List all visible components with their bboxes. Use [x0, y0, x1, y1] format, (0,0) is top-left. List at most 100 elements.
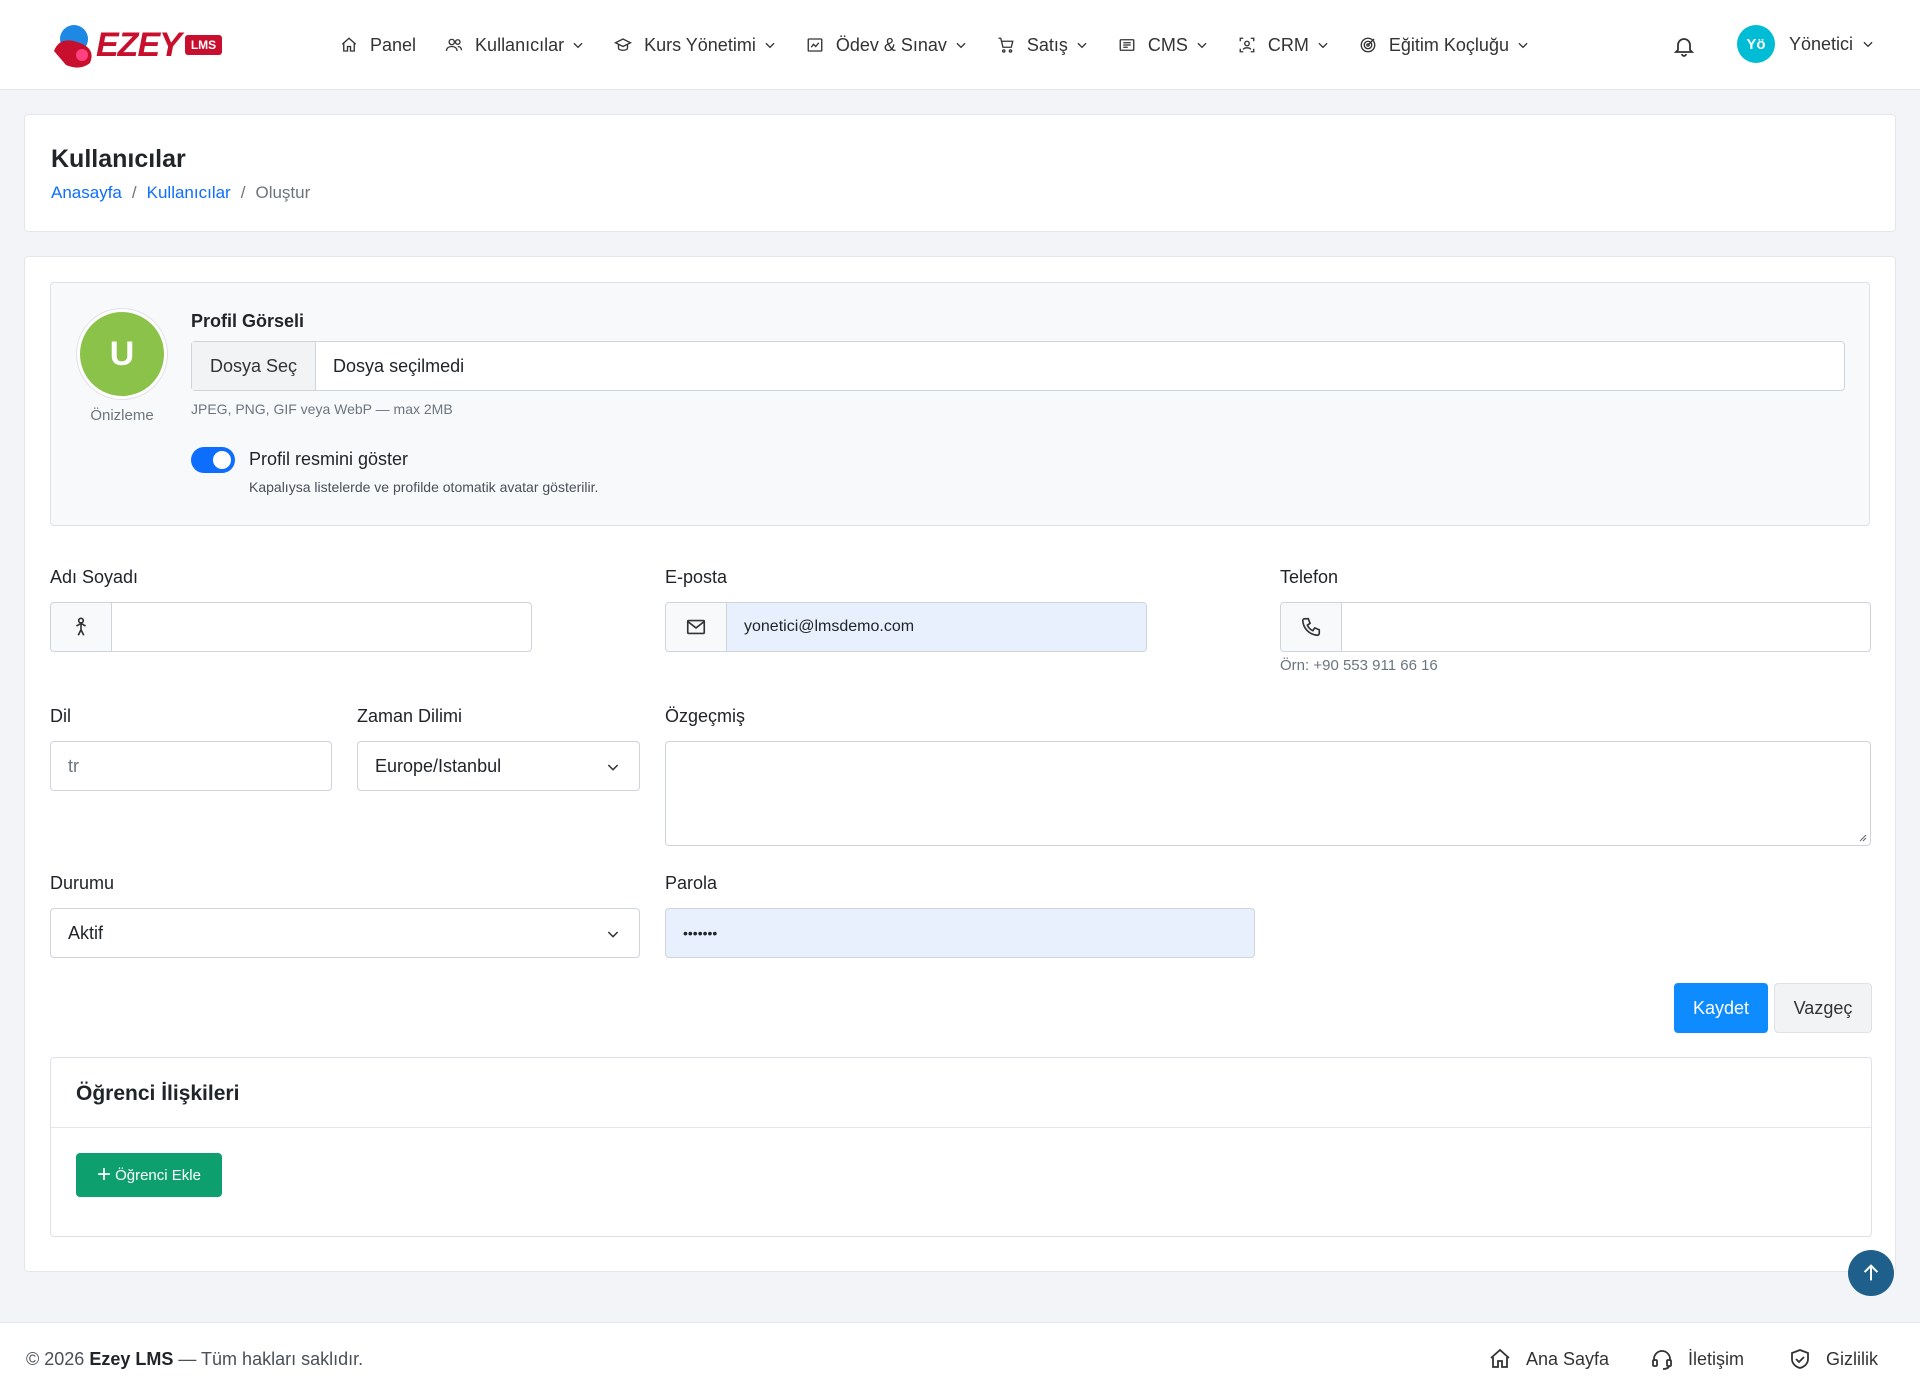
shield-icon: [1791, 1349, 1809, 1369]
choose-file-button[interactable]: Dosya Seç: [192, 342, 317, 390]
copyright-brand: Ezey LMS: [89, 1349, 174, 1369]
student-relations-card: Öğrenci İlişkileri + Öğrenci Ekle: [50, 1057, 1872, 1237]
nav-item-sales[interactable]: Satış: [997, 35, 1089, 56]
graduation-cap-icon: [614, 38, 633, 51]
language-label: Dil: [50, 706, 71, 726]
nav-item-panel[interactable]: Panel: [340, 35, 416, 56]
profile-image-title: Profil Görseli: [191, 311, 305, 331]
user-menu[interactable]: Yö Yönetici: [1737, 25, 1875, 63]
phone-input[interactable]: [1342, 603, 1870, 651]
add-student-label: Öğrenci Ekle: [115, 1166, 201, 1184]
scroll-to-top-button[interactable]: [1848, 1250, 1894, 1296]
nav-label: Kurs Yönetimi: [644, 34, 756, 55]
email-addon: [666, 603, 727, 651]
nav-label: Eğitim Koçluğu: [1388, 34, 1509, 55]
name-input[interactable]: [112, 603, 531, 651]
breadcrumb-users[interactable]: Kullanıcılar: [147, 183, 231, 203]
profile-file-input[interactable]: Dosya Seç Dosya seçilmedi: [191, 341, 1845, 391]
breadcrumb: Anasayfa / Kullanıcılar / Oluştur: [51, 183, 310, 203]
footer-link-label: Gizlilik: [1826, 1348, 1878, 1369]
password-value: •••••••: [683, 925, 718, 941]
name-label: Adı Soyadı: [50, 567, 139, 587]
notification-bell-icon[interactable]: [1672, 34, 1696, 58]
nav-label: Kullanıcılar: [475, 34, 565, 55]
nav-label: Ödev & Sınav: [835, 34, 947, 55]
chevron-down-icon: [1197, 42, 1207, 49]
breadcrumb-separator: /: [240, 183, 246, 202]
divider: [51, 1127, 1871, 1128]
plus-icon: +: [97, 1161, 112, 1188]
breadcrumb-home[interactable]: Anasayfa: [51, 183, 122, 203]
nav-item-users[interactable]: Kullanıcılar: [445, 35, 585, 56]
phone-icon: [1301, 617, 1321, 637]
main-menu: Panel Kullanıcılar Kurs Yönetimi Ödev & …: [340, 0, 1559, 90]
status-label: Durumu: [50, 873, 115, 893]
brand-name: EZEY: [96, 25, 182, 64]
phone-label: Telefon: [1280, 567, 1339, 587]
chevron-down-icon: [1518, 42, 1528, 49]
nav-item-coaching[interactable]: Eğitim Koçluğu: [1359, 35, 1530, 56]
name-addon: [51, 603, 112, 651]
footer: © 2026 Ezey LMS — Tüm hakları saklıdır. …: [0, 1322, 1920, 1395]
timezone-value: Europe/Istanbul: [375, 755, 502, 776]
nav-label: CRM: [1267, 34, 1309, 55]
add-student-button[interactable]: + Öğrenci Ekle: [76, 1153, 222, 1197]
nav-item-crm[interactable]: CRM: [1238, 35, 1330, 56]
brand-logo[interactable]: EZEY LMS: [50, 18, 223, 72]
email-input[interactable]: yonetici@lmsdemo.com: [727, 603, 1146, 651]
language-input[interactable]: tr: [50, 741, 332, 791]
toggle-help-text: Kapalıysa listelerde ve profilde otomati…: [249, 479, 599, 495]
nav-item-cms[interactable]: CMS: [1118, 35, 1209, 56]
brand-badge: LMS: [184, 35, 223, 55]
show-profile-image-toggle[interactable]: [191, 447, 235, 473]
nav-item-courses[interactable]: Kurs Yönetimi: [614, 35, 777, 56]
chevron-down-icon: [1077, 42, 1087, 49]
password-input[interactable]: •••••••: [665, 908, 1255, 958]
person-icon: [75, 617, 87, 636]
cancel-button[interactable]: Vazgeç: [1774, 983, 1872, 1033]
footer-link-home[interactable]: Ana Sayfa: [1488, 1347, 1609, 1371]
footer-link-label: İletişim: [1688, 1348, 1745, 1369]
copyright-rights: — Tüm hakları saklıdır.: [178, 1349, 364, 1369]
headset-icon: [1652, 1350, 1672, 1370]
user-name: Yönetici: [1789, 33, 1854, 54]
breadcrumb-current: Oluştur: [255, 183, 311, 202]
timezone-label: Zaman Dilimi: [357, 706, 463, 726]
phone-help-text: Örn: +90 553 911 66 16: [1280, 657, 1438, 674]
name-field[interactable]: [50, 602, 532, 652]
chevron-down-icon: [1863, 41, 1873, 48]
page-header: Kullanıcılar Anasayfa / Kullanıcılar / O…: [24, 114, 1896, 232]
document-icon: [1119, 39, 1135, 51]
nav-item-exams[interactable]: Ödev & Sınav: [806, 35, 968, 56]
exam-icon: [807, 38, 823, 52]
bio-textarea[interactable]: [665, 741, 1871, 846]
users-icon: [445, 38, 463, 52]
user-form-card: U Önizleme Profil Görseli Dosya Seç Dosy…: [24, 256, 1896, 1272]
top-navbar: EZEY LMS Panel Kullanıcılar Kurs Yönetim…: [0, 0, 1920, 90]
bio-label: Özgeçmiş: [665, 706, 746, 726]
avatar: Yö: [1737, 25, 1775, 63]
chevron-down-icon: [956, 42, 966, 49]
timezone-select[interactable]: Europe/Istanbul: [357, 741, 640, 791]
status-select[interactable]: Aktif: [50, 908, 640, 958]
email-label: E-posta: [665, 567, 728, 587]
footer-link-contact[interactable]: İletişim: [1650, 1347, 1744, 1371]
profile-image-section: U Önizleme Profil Görseli Dosya Seç Dosy…: [50, 282, 1870, 526]
resize-handle-icon[interactable]: [1857, 832, 1867, 842]
footer-link-privacy[interactable]: Gizlilik: [1788, 1347, 1878, 1371]
phone-field[interactable]: [1280, 602, 1871, 652]
footer-link-label: Ana Sayfa: [1526, 1348, 1610, 1369]
copyright: © 2026 Ezey LMS — Tüm hakları saklıdır.: [26, 1349, 363, 1370]
chevron-down-icon: [765, 42, 775, 49]
home-icon: [341, 37, 357, 52]
target-icon: [1360, 37, 1376, 53]
save-button[interactable]: Kaydet: [1674, 983, 1768, 1033]
preview-label: Önizleme: [90, 407, 154, 424]
scan-person-icon: [1239, 37, 1255, 53]
email-field[interactable]: yonetici@lmsdemo.com: [665, 602, 1147, 652]
chevron-down-icon: [1318, 42, 1328, 49]
language-placeholder: tr: [68, 755, 79, 776]
relations-title: Öğrenci İlişkileri: [76, 1082, 240, 1105]
breadcrumb-separator: /: [131, 183, 137, 202]
password-label: Parola: [665, 873, 718, 893]
